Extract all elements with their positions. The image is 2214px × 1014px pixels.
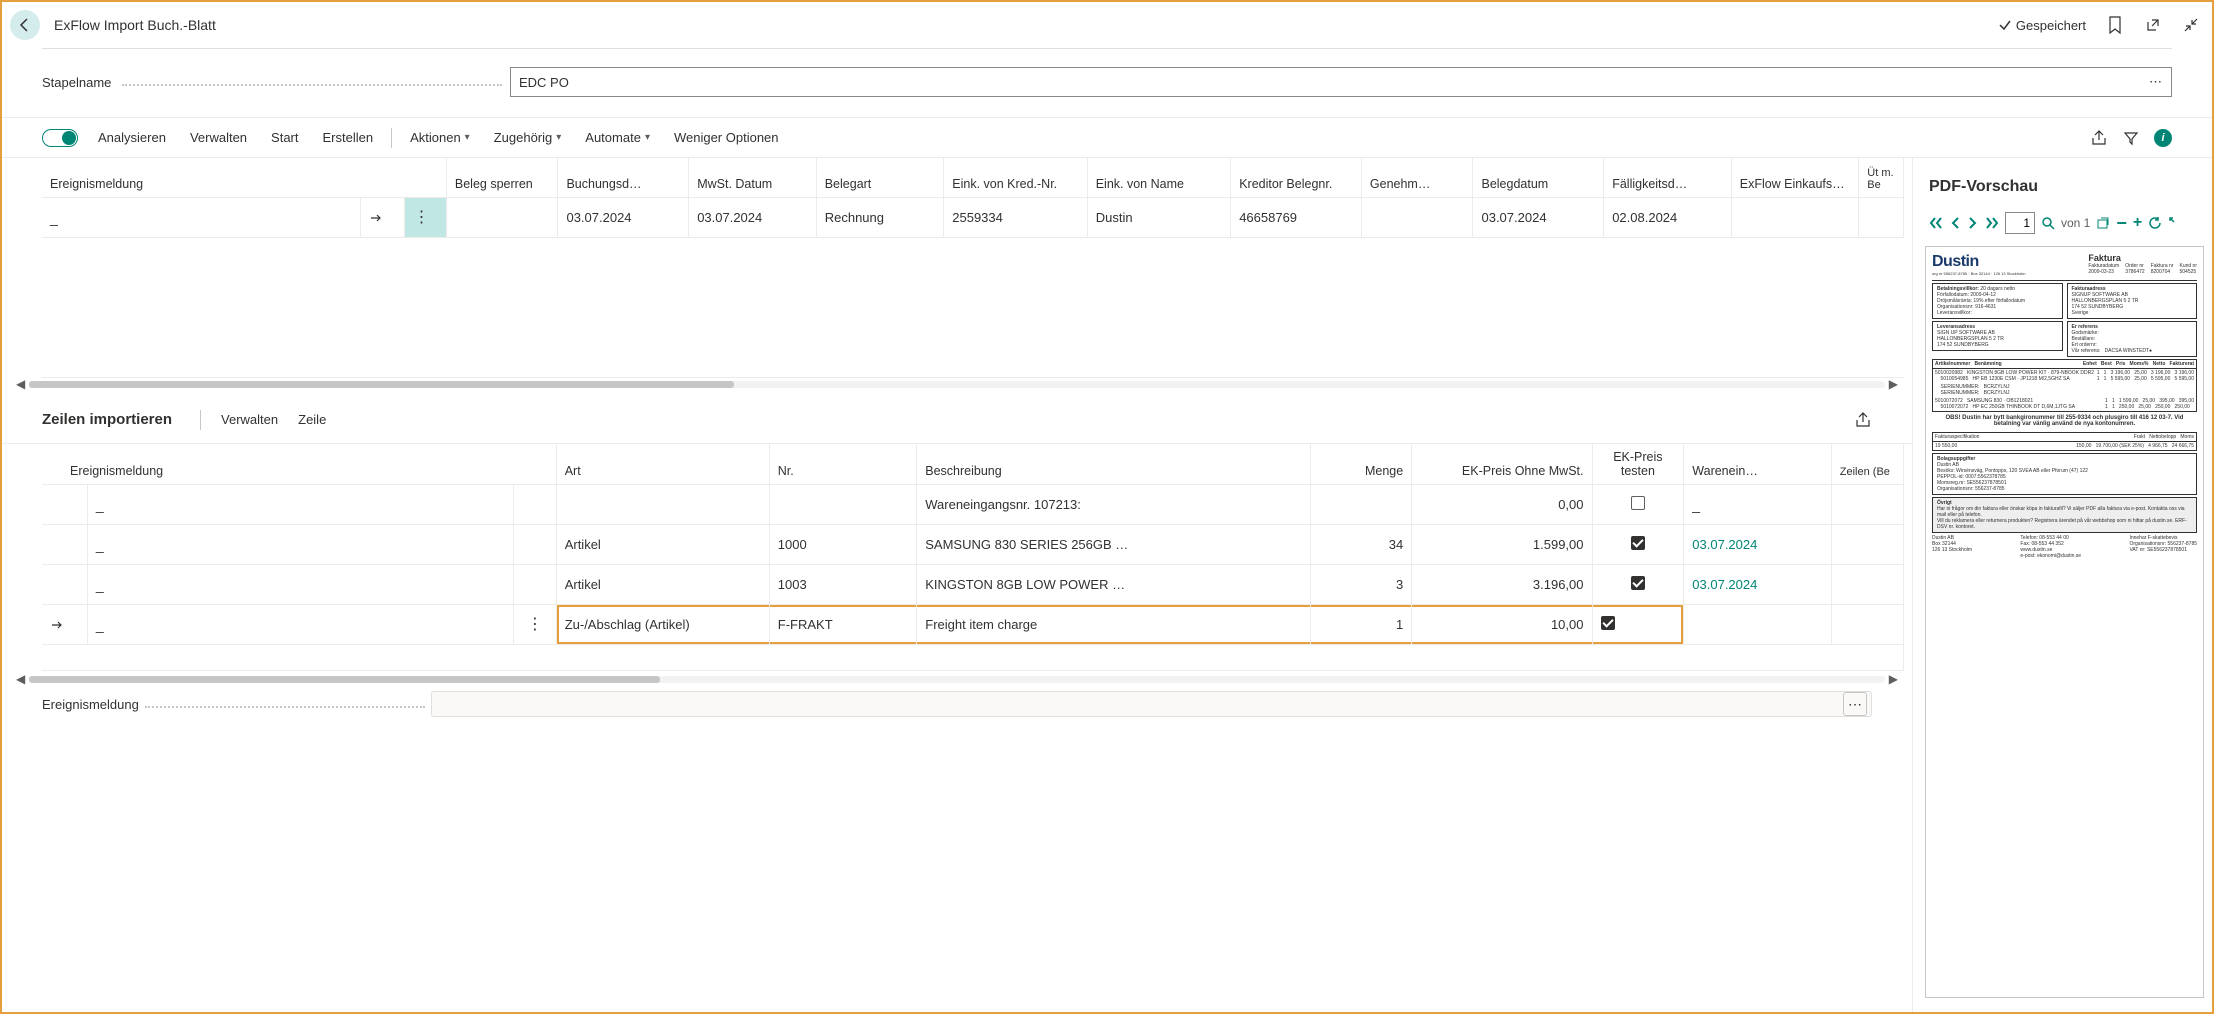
share-icon[interactable]: [2090, 129, 2108, 147]
footer-event-label: Ereignismeldung: [42, 697, 139, 712]
col-eink-nr[interactable]: Eink. von Kred.-Nr.: [944, 158, 1087, 198]
col-eink-name[interactable]: Eink. von Name: [1088, 158, 1231, 198]
chevron-down-icon: ▾: [465, 132, 470, 143]
collapse-icon[interactable]: [2182, 16, 2200, 34]
lcol-besch[interactable]: Beschreibung: [917, 444, 1310, 485]
pdf-zoom-fit-icon[interactable]: [2041, 216, 2055, 230]
chevron-down-icon: ▾: [556, 132, 561, 143]
analyze-toggle[interactable]: [42, 129, 78, 147]
automate-menu[interactable]: Automate▾: [575, 122, 660, 153]
col-ereignis[interactable]: Ereignismeldung: [42, 158, 447, 198]
lcol-zeilen[interactable]: Zeilen (Be: [1832, 444, 1904, 485]
header-row[interactable]: _ ⋮ 03.07.2024 03.07.2024 Rechnung 25593…: [42, 198, 1904, 238]
batch-name-input[interactable]: EDC PO ⋯: [510, 67, 2172, 97]
pdf-zoom-in-icon[interactable]: +: [2133, 214, 2142, 232]
row-menu-button[interactable]: ⋮: [405, 198, 446, 238]
goods-receipt-link[interactable]: 03.07.2024: [1692, 537, 1757, 552]
col-faellig[interactable]: Fälligkeitsd…: [1604, 158, 1732, 198]
header-grid[interactable]: Ereignismeldung Beleg sperren Buchungsd……: [42, 158, 1904, 378]
lcol-ereignis[interactable]: Ereignismeldung: [42, 444, 557, 485]
header-h-scrollbar[interactable]: ◀ ▶: [6, 378, 1908, 390]
col-kreditor[interactable]: Kreditor Belegnr.: [1231, 158, 1362, 198]
start-action[interactable]: Start: [261, 122, 308, 153]
test-checkbox[interactable]: [1631, 576, 1645, 590]
line-row[interactable]: _Artikel1003KINGSTON 8GB LOW POWER …33.1…: [42, 565, 1904, 605]
pdf-prev-page-icon[interactable]: [1949, 216, 1961, 230]
col-belegart[interactable]: Belegart: [817, 158, 945, 198]
field-menu-icon[interactable]: ⋯: [1843, 692, 1867, 716]
test-checkbox[interactable]: [1631, 496, 1645, 510]
col-genehm[interactable]: Genehm…: [1362, 158, 1474, 198]
line-row[interactable]: _Artikel1000SAMSUNG 830 SERIES 256GB …34…: [42, 525, 1904, 565]
lcol-art[interactable]: Art: [557, 444, 770, 485]
col-exflow[interactable]: ExFlow Einkaufsc…: [1732, 158, 1860, 198]
page-title: ExFlow Import Buch.-Blatt: [54, 17, 216, 33]
pdf-document[interactable]: Dustin org nr 556237-8785 · Box 32144 · …: [1925, 246, 2204, 998]
scroll-right-icon: ▶: [1885, 377, 1902, 391]
pdf-zoom-out-icon[interactable]: −: [2116, 213, 2127, 234]
col-mwst[interactable]: MwSt. Datum: [689, 158, 817, 198]
pdf-page-input[interactable]: [2005, 212, 2035, 234]
lcol-testen[interactable]: EK-Preis testen: [1593, 444, 1685, 485]
lines-title: Zeilen importieren: [42, 411, 172, 428]
saved-indicator: Gespeichert: [1998, 18, 2086, 33]
lines-line[interactable]: Zeile: [288, 404, 336, 435]
line-row[interactable]: _⋮Zu-/Abschlag (Artikel)F-FRAKTFreight i…: [42, 605, 1904, 645]
lines-manage[interactable]: Verwalten: [211, 404, 288, 435]
scroll-right-icon: ▶: [1885, 672, 1902, 686]
bookmark-icon[interactable]: [2106, 16, 2124, 34]
chevron-down-icon: ▾: [645, 132, 650, 143]
scroll-left-icon: ◀: [12, 377, 29, 391]
actions-menu[interactable]: Aktionen▾: [400, 122, 480, 153]
pdf-preview-title: PDF-Vorschau: [1925, 172, 2204, 210]
pdf-expand-icon[interactable]: [2168, 216, 2182, 230]
analyze-action[interactable]: Analysieren: [88, 122, 176, 153]
pdf-logo: Dustin: [1932, 253, 2025, 271]
pdf-refresh-icon[interactable]: [2148, 216, 2162, 230]
test-checkbox[interactable]: [1601, 616, 1615, 630]
pdf-note: OBS! Dustin har bytt bankgironummer till…: [1932, 415, 2197, 427]
scroll-left-icon: ◀: [12, 672, 29, 686]
line-row[interactable]: _Wareneingangsnr. 107213:0,00_: [42, 485, 1904, 525]
lookup-ellipsis-icon[interactable]: ⋯: [2149, 74, 2163, 90]
back-button[interactable]: [10, 10, 40, 40]
create-action[interactable]: Erstellen: [313, 122, 384, 153]
test-checkbox[interactable]: [1631, 536, 1645, 550]
filter-icon[interactable]: [2122, 129, 2140, 147]
lines-share-icon[interactable]: [1854, 411, 1872, 429]
manage-action[interactable]: Verwalten: [180, 122, 257, 153]
pdf-heading: Faktura: [2088, 253, 2197, 263]
col-buchungsd[interactable]: Buchungsd…: [558, 158, 689, 198]
pdf-next-page-icon[interactable]: [1967, 216, 1979, 230]
lcol-waren[interactable]: Warenein…: [1684, 444, 1832, 485]
info-icon[interactable]: i: [2154, 129, 2172, 147]
footer-event-field[interactable]: ⋯: [431, 691, 1872, 717]
lcol-nr[interactable]: Nr.: [770, 444, 918, 485]
pdf-page-count: von 1: [2061, 216, 2090, 230]
col-ut[interactable]: Üt m. Be: [1859, 158, 1904, 198]
fewer-options[interactable]: Weniger Optionen: [664, 122, 789, 153]
batch-name-label: Stapelname: [42, 75, 114, 90]
row-indicator-icon: [361, 198, 406, 238]
row-indicator-icon: [42, 605, 88, 645]
lines-h-scrollbar[interactable]: ◀ ▶: [6, 673, 1908, 685]
pdf-last-page-icon[interactable]: [1985, 216, 1999, 230]
lcol-preis[interactable]: EK-Preis Ohne MwSt.: [1412, 444, 1592, 485]
row-menu-button[interactable]: ⋮: [514, 605, 557, 645]
col-beleg-sperren[interactable]: Beleg sperren: [447, 158, 559, 198]
pdf-first-page-icon[interactable]: [1929, 216, 1943, 230]
lcol-menge[interactable]: Menge: [1311, 444, 1413, 485]
popout-icon[interactable]: [2144, 16, 2162, 34]
col-belegdatum[interactable]: Belegdatum: [1473, 158, 1604, 198]
goods-receipt-link[interactable]: 03.07.2024: [1692, 577, 1757, 592]
lines-grid[interactable]: Ereignismeldung Art Nr. Beschreibung Men…: [42, 444, 1904, 671]
related-menu[interactable]: Zugehörig▾: [484, 122, 572, 153]
pdf-new-window-icon[interactable]: [2096, 216, 2110, 230]
